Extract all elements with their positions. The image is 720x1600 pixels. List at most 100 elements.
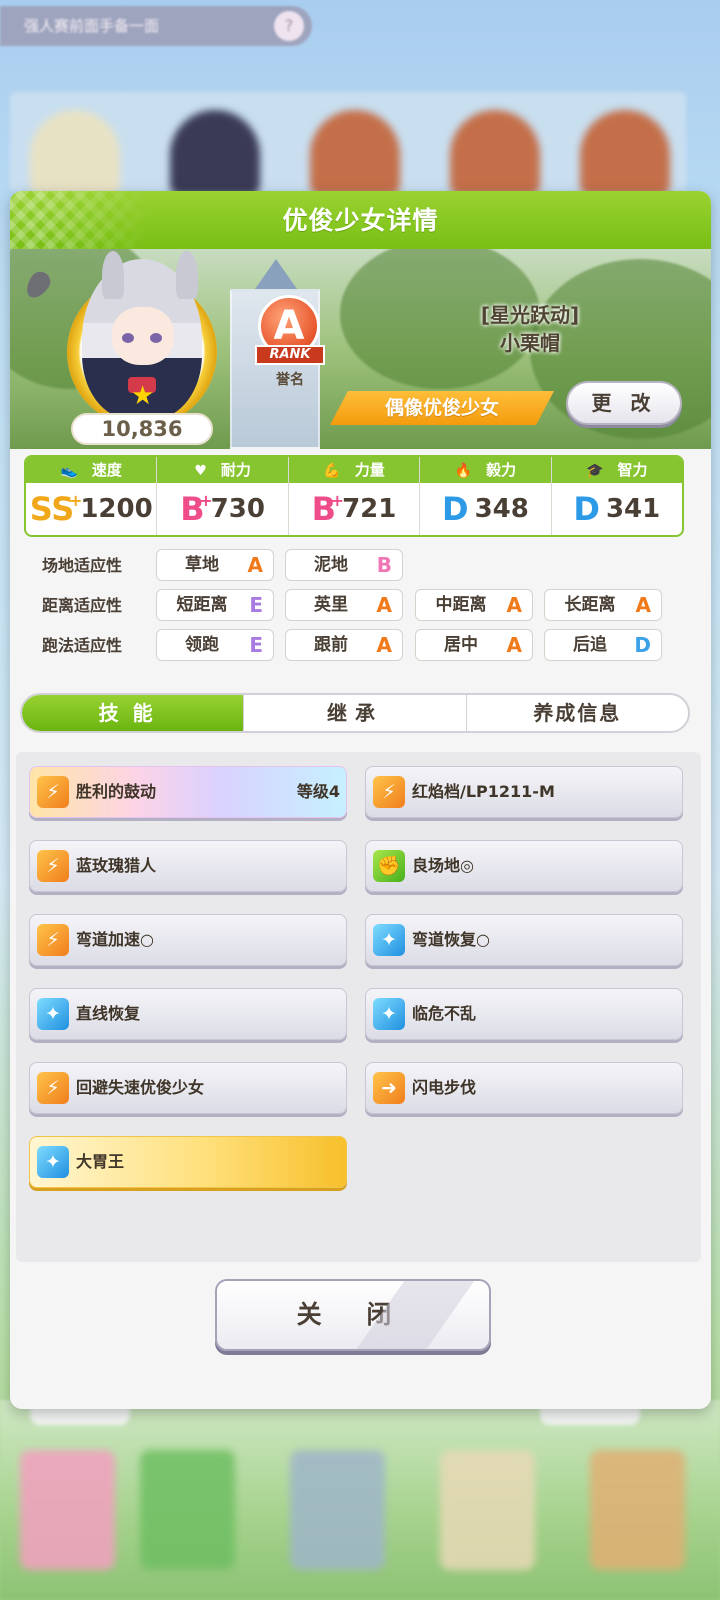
aptitude-grade: A — [506, 593, 522, 617]
aptitude-cell: 后追 D — [544, 629, 662, 661]
skill-item[interactable]: ✦ 弯道恢复○ — [365, 914, 683, 966]
flame-icon: 🔥 — [454, 463, 473, 479]
aptitude-name: 泥地 — [314, 555, 348, 575]
aptitude-name: 跟前 — [314, 635, 348, 655]
background-character-thumb — [310, 110, 400, 195]
graduation-cap-icon: 🎓 — [586, 463, 604, 479]
stat-grade-letter: D — [442, 490, 469, 528]
character-name-block: [星光跃动] 小栗帽 — [430, 301, 630, 357]
skill-item[interactable]: ✦ 临危不乱 — [365, 988, 683, 1040]
aptitude-label: 跑法适应性 — [42, 636, 123, 655]
skill-item[interactable]: ⚡ 红焰档/LP1211-M — [365, 766, 683, 818]
aptitude-grade: A — [247, 553, 263, 577]
skill-level: 等级4 — [296, 782, 340, 801]
background-nav-item — [440, 1450, 535, 1570]
skill-item[interactable]: ⚡ 胜利的鼓动 等级4 — [29, 766, 347, 818]
background-character-thumb — [580, 110, 670, 195]
change-title-button[interactable]: 更 改 — [566, 381, 682, 425]
grade-plus: + — [199, 491, 213, 510]
stat-grade: B + — [312, 491, 344, 526]
tab-skills[interactable]: 技能 — [22, 695, 245, 731]
aptitude-name: 短距离 — [176, 595, 228, 615]
dialog-title: 优俊少女详情 — [282, 206, 439, 235]
heart-icon: ♥ — [194, 463, 207, 479]
background-character-thumb — [30, 110, 120, 195]
skill-name: 直线恢复 — [76, 1004, 141, 1023]
skill-item[interactable]: ✦ 大胃王 — [29, 1136, 347, 1188]
title-badge: 偶像优俊少女 — [330, 391, 554, 425]
stat-stamina: ♥ 耐力 B + 730 — [157, 457, 289, 535]
skill-name: 临危不乱 — [412, 1004, 477, 1023]
background-nav-item — [590, 1450, 685, 1570]
aptitude-cell: 跟前 A — [285, 629, 403, 661]
stat-grade-letter: D — [573, 490, 600, 528]
aptitude-label: 距离适应性 — [42, 596, 123, 615]
aptitude-name: 英里 — [314, 595, 348, 615]
stat-grade-letter: SS — [29, 490, 75, 528]
character-epithet: [星光跃动] — [480, 303, 580, 327]
skill-name: 大胃王 — [76, 1152, 125, 1171]
header-checker-pattern — [10, 191, 150, 249]
detail-tabs: 技能 继承 养成信息 — [20, 693, 690, 733]
aptitude-cell: 英里 A — [285, 589, 403, 621]
aptitude-grade: A — [635, 593, 651, 617]
skill-name: 回避失速优俊少女 — [76, 1078, 205, 1097]
skill-name: 闪电步伐 — [412, 1078, 477, 1097]
stats-panel: 👟 速度 SS + 1200 ♥ 耐力 B + 730 💪 力量 B + 721 🔥 毅力 D — [24, 455, 684, 537]
aptitude-cell: 泥地 B — [285, 549, 403, 581]
dialog-header: 优俊少女详情 — [10, 191, 711, 249]
skills-panel: ⚡ 胜利的鼓动 等级4 ⚡ 红焰档/LP1211-M ⚡ 蓝玫瑰猎人 ✊ 良场地… — [16, 752, 701, 1262]
skill-name: 良场地◎ — [412, 856, 474, 875]
aptitude-grade: A — [376, 633, 392, 657]
portrait-eye — [150, 333, 162, 343]
running-speed-icon: ⚡ — [37, 850, 69, 882]
stat-grade: B + — [180, 491, 212, 526]
running-speed-icon: ⚡ — [37, 924, 69, 956]
strategy-aptitude-row: 跑法适应性 领跑 E 跟前 A 居中 A 后追 D — [10, 629, 711, 663]
background-character-thumb — [450, 110, 540, 195]
skill-item[interactable]: ✊ 良场地◎ — [365, 840, 683, 892]
aptitude-name: 后追 — [573, 635, 607, 655]
aptitude-name: 领跑 — [185, 635, 219, 655]
aptitude-name: 居中 — [444, 635, 478, 655]
stat-value: 1200 — [80, 494, 153, 524]
stat-guts: 🔥 毅力 D 348 — [420, 457, 552, 535]
running-speed-icon: ⚡ — [37, 776, 69, 808]
tab-inheritance[interactable]: 继承 — [244, 695, 467, 731]
skill-item[interactable]: ⚡ 弯道加速○ — [29, 914, 347, 966]
stat-body: SS + 1200 — [26, 483, 156, 535]
skill-name: 弯道加速○ — [76, 930, 154, 949]
skill-item[interactable]: ⚡ 回避失速优俊少女 — [29, 1062, 347, 1114]
aptitude-cell: 领跑 E — [156, 629, 274, 661]
stat-body: D 341 — [552, 483, 682, 535]
close-button[interactable]: 关 闭 — [215, 1279, 491, 1351]
stat-body: D 348 — [420, 483, 550, 535]
aptitude-name: 中距离 — [435, 595, 487, 615]
star-icon: ★ — [131, 381, 155, 411]
shoe-icon: 👟 — [60, 463, 78, 479]
skill-item[interactable]: ✦ 直线恢复 — [29, 988, 347, 1040]
stat-label: 耐力 — [220, 461, 251, 479]
aptitude-name: 草地 — [185, 555, 219, 575]
stat-wisdom: 🎓 智力 D 341 — [551, 457, 682, 535]
lightning-step-icon: ➜ — [373, 1072, 405, 1104]
aptitude-grade: E — [249, 593, 263, 617]
sparkle-recovery-icon: ✦ — [37, 1146, 69, 1178]
aptitude-name: 长距离 — [564, 595, 616, 615]
fan-count: 10,836 — [71, 413, 213, 445]
character-name: 小栗帽 — [500, 331, 560, 355]
aptitude-grade: E — [249, 633, 263, 657]
aptitude-cell: 中距离 A — [415, 589, 533, 621]
rank-label: 誉名 — [276, 372, 304, 388]
stat-grade: D — [442, 492, 469, 526]
portrait-ear — [102, 251, 124, 299]
stat-header: 👟 速度 — [26, 457, 157, 483]
skill-name: 蓝玫瑰猎人 — [76, 856, 157, 875]
distance-aptitude-row: 距离适应性 短距离 E 英里 A 中距离 A 长距离 A — [10, 589, 711, 623]
stat-speed: 👟 速度 SS + 1200 — [26, 457, 158, 535]
tab-training-info[interactable]: 养成信息 — [467, 695, 688, 731]
background-character-thumb — [170, 110, 260, 195]
stat-header: 💪 力量 — [288, 457, 420, 483]
skill-item[interactable]: ➜ 闪电步伐 — [365, 1062, 683, 1114]
skill-item[interactable]: ⚡ 蓝玫瑰猎人 — [29, 840, 347, 892]
